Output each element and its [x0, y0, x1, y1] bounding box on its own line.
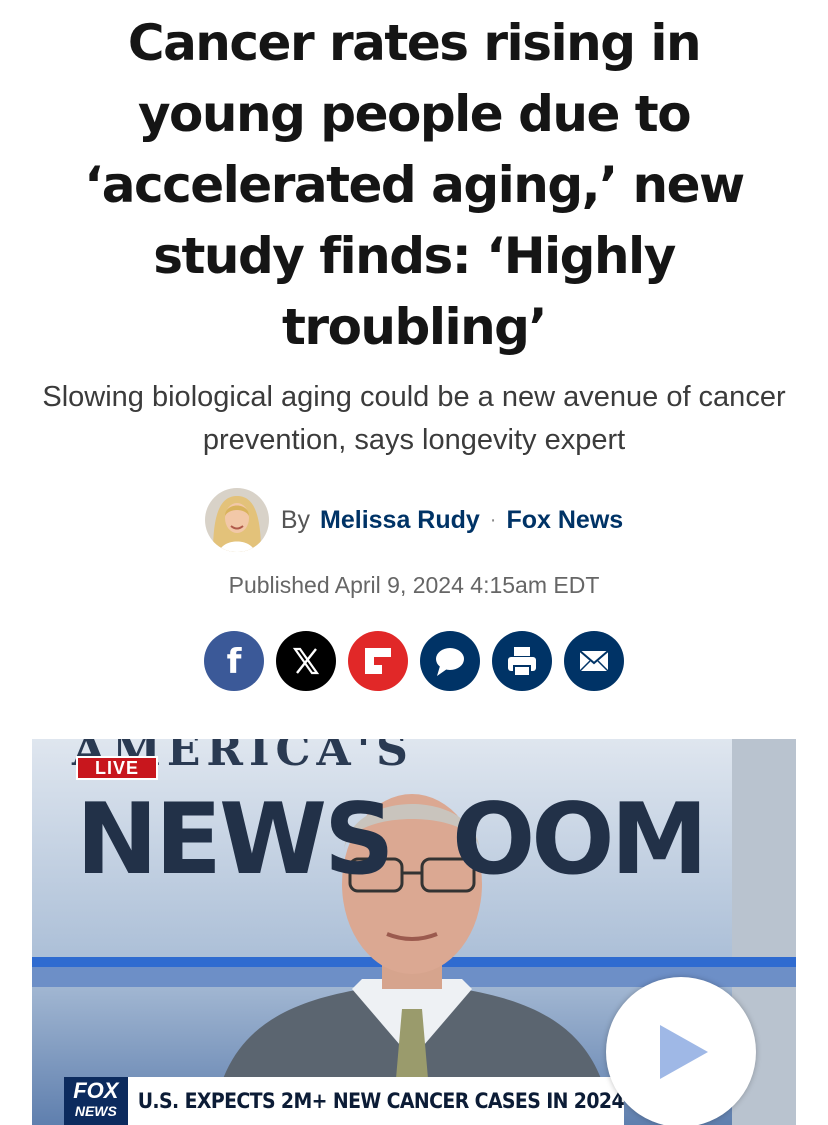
x-icon — [292, 647, 320, 675]
live-badge: LIVE — [76, 756, 158, 780]
published-date: Published April 9, 2024 4:15am EDT — [228, 572, 600, 598]
email-icon — [579, 650, 609, 672]
article-subheadline: Slowing biological aging could be a new … — [42, 381, 786, 456]
author-link[interactable]: Melissa Rudy — [320, 506, 480, 535]
svg-text:f: f — [227, 642, 243, 682]
print-icon — [508, 647, 536, 677]
facebook-icon: f — [227, 642, 243, 682]
flipboard-icon — [365, 648, 391, 674]
comment-icon — [436, 648, 464, 676]
article-headline: Cancer rates rising in young people due … — [84, 14, 745, 356]
lower-third: FOX NEWS U.S. EXPECTS 2M+ NEW CANCER CAS… — [64, 1077, 625, 1125]
author-avatar[interactable] — [204, 488, 269, 552]
comment-button[interactable] — [420, 631, 480, 691]
play-icon — [660, 1025, 708, 1079]
byline-separator: · — [489, 508, 497, 531]
news-ticker: U.S. EXPECTS 2M+ NEW CANCER CASES IN 202… — [137, 1089, 625, 1113]
logo-text-top: FOX — [73, 1078, 119, 1103]
print-button[interactable] — [492, 631, 552, 691]
show-title-right: OOM — [452, 783, 708, 897]
byline: By Melissa Rudy · Fox News — [0, 488, 828, 552]
play-button[interactable] — [606, 977, 756, 1125]
facebook-share-button[interactable]: f — [204, 631, 264, 691]
source-link[interactable]: Fox News — [506, 506, 623, 535]
logo-text-bottom: NEWS — [74, 1103, 117, 1119]
email-share-button[interactable] — [564, 631, 624, 691]
show-title-left: NEWS — [76, 783, 395, 897]
video-player[interactable]: AMERICA'S NEWS OOM LIVE FOX NEWS U.S. EX… — [32, 739, 796, 1125]
byline-prefix: By — [280, 505, 311, 534]
flipboard-share-button[interactable] — [348, 631, 408, 691]
share-buttons: f — [0, 631, 828, 691]
fox-news-logo: FOX NEWS — [64, 1077, 128, 1125]
x-share-button[interactable] — [276, 631, 336, 691]
